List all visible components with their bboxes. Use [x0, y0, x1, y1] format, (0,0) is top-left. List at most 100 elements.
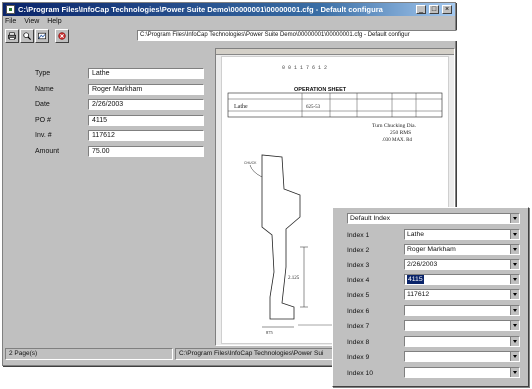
chevron-down-icon[interactable] — [510, 290, 519, 299]
index-value: Roger Markham — [407, 246, 456, 253]
doc-dim-1: 2.125 — [288, 276, 300, 281]
type-field[interactable]: Lathe — [88, 68, 204, 79]
toolbar: C:\Program Files\InfoCap Technologies\Po… — [5, 28, 457, 46]
form-row-name: Name Roger Markham — [7, 84, 212, 96]
viewer-ruler — [216, 49, 454, 55]
chevron-down-icon[interactable] — [510, 321, 519, 330]
index-value-selected: 4115 — [407, 275, 424, 284]
index-label: Index 8 — [347, 339, 370, 346]
type-label: Type — [35, 70, 51, 77]
menu-file[interactable]: File — [5, 17, 16, 27]
po-field[interactable]: 4115 — [88, 115, 204, 126]
form-row-amount: Amount 75.00 — [7, 146, 212, 158]
index-value: 2/26/2003 — [407, 261, 438, 268]
index-label: Index 3 — [347, 262, 370, 269]
svg-text:CHUCK: CHUCK — [244, 161, 257, 165]
form-row-type: Type Lathe — [7, 68, 212, 80]
amount-field[interactable]: 75.00 — [88, 146, 204, 157]
index-profile-value: Default Index — [350, 215, 391, 222]
index-select[interactable]: 4115 — [404, 274, 520, 285]
index-label: Index 5 — [347, 292, 370, 299]
index-row: Index 1 Lathe — [333, 229, 528, 243]
index-label: Index 7 — [347, 323, 370, 330]
chevron-down-icon[interactable] — [510, 275, 519, 284]
index-label: Index 2 — [347, 247, 370, 254]
doc-note-2: 250 RMS — [390, 130, 411, 136]
po-label: PO # — [35, 117, 51, 124]
index-row: Index 6 — [333, 305, 528, 319]
index-row: Index 2 Roger Markham — [333, 244, 528, 258]
index-value: 117612 — [407, 291, 430, 298]
form-row-invoice: Inv. # 117612 — [7, 130, 212, 142]
form-row-po: PO # 4115 — [7, 115, 212, 127]
chevron-down-icon[interactable] — [510, 245, 519, 254]
index-form: Type Lathe Name Roger Markham Date 2/26/… — [7, 49, 212, 345]
index-row: Index 8 — [333, 336, 528, 350]
print-icon — [8, 32, 16, 40]
name-label: Name — [35, 86, 54, 93]
image-button[interactable] — [35, 29, 49, 43]
index-row: Index 5 117612 — [333, 289, 528, 303]
date-label: Date — [35, 101, 50, 108]
index-row: Index 7 — [333, 320, 528, 334]
close-document-button[interactable] — [55, 29, 69, 43]
chevron-down-icon[interactable] — [510, 306, 519, 315]
index-select[interactable] — [404, 320, 520, 331]
app-icon — [6, 5, 15, 14]
window-title: C:\Program Files\InfoCap Technologies\Po… — [18, 5, 383, 14]
index-select[interactable] — [404, 336, 520, 347]
name-field[interactable]: Roger Markham — [88, 84, 204, 95]
index-label: Index 4 — [347, 277, 370, 284]
chevron-down-icon[interactable] — [510, 352, 519, 361]
index-label: Index 1 — [347, 232, 370, 239]
chevron-down-icon[interactable] — [510, 230, 519, 239]
chevron-down-icon[interactable] — [510, 337, 519, 346]
index-value: Lathe — [407, 231, 425, 238]
index-row: Index 9 — [333, 351, 528, 365]
index-row: Index 10 — [333, 367, 528, 381]
index-select[interactable]: 2/26/2003 — [404, 259, 520, 270]
chevron-down-icon[interactable] — [510, 214, 519, 223]
doc-part-no: 625-53 — [306, 105, 321, 110]
index-label: Index 9 — [347, 354, 370, 361]
chevron-down-icon[interactable] — [510, 368, 519, 377]
doc-note-3: .030 MAX. Rd — [382, 138, 413, 143]
doc-dim-2: 875 — [266, 330, 274, 335]
index-select[interactable] — [404, 351, 520, 362]
doc-machine: Lathe — [234, 104, 248, 110]
index-select[interactable]: Lathe — [404, 229, 520, 240]
form-row-date: Date 2/26/2003 — [7, 99, 212, 111]
close-document-icon — [58, 32, 66, 40]
menu-view[interactable]: View — [24, 17, 39, 27]
date-field[interactable]: 2/26/2003 — [88, 99, 204, 110]
index-label: Index 6 — [347, 308, 370, 315]
index-select[interactable] — [404, 305, 520, 316]
maximize-button[interactable]: □ — [429, 5, 440, 14]
index-popup: Default Index Index 1 Lathe Index 2 Roge… — [332, 207, 529, 387]
menu-bar: File View Help — [5, 17, 68, 27]
index-row: Index 3 2/26/2003 — [333, 259, 528, 273]
amount-label: Amount — [35, 148, 60, 155]
menu-help[interactable]: Help — [47, 17, 61, 27]
index-select[interactable] — [404, 367, 520, 378]
doc-heading: OPERATION SHEET — [294, 87, 347, 93]
invoice-label: Inv. # — [35, 132, 52, 139]
close-button[interactable]: × — [442, 5, 452, 14]
print-button[interactable] — [5, 29, 19, 43]
minimize-button[interactable]: _ — [416, 5, 427, 14]
image-icon — [38, 32, 46, 40]
index-row: Index 4 4115 — [333, 274, 528, 288]
index-select[interactable]: Roger Markham — [404, 244, 520, 255]
chevron-down-icon[interactable] — [510, 260, 519, 269]
index-label: Index 10 — [347, 370, 374, 377]
index-select[interactable]: 117612 — [404, 289, 520, 300]
invoice-field[interactable]: 117612 — [88, 130, 204, 141]
doc-number: 0 0 1 1 7 6 1 2 — [282, 65, 327, 71]
title-bar[interactable]: C:\Program Files\InfoCap Technologies\Po… — [3, 3, 455, 16]
index-profile-select[interactable]: Default Index — [347, 213, 520, 224]
page-count: 2 Page(s) — [5, 348, 173, 360]
doc-note-1: Turn Chucking Dia. — [372, 123, 417, 129]
scan-button[interactable] — [20, 29, 34, 43]
scan-icon — [23, 32, 31, 40]
path-field[interactable]: C:\Program Files\InfoCap Technologies\Po… — [137, 30, 457, 41]
